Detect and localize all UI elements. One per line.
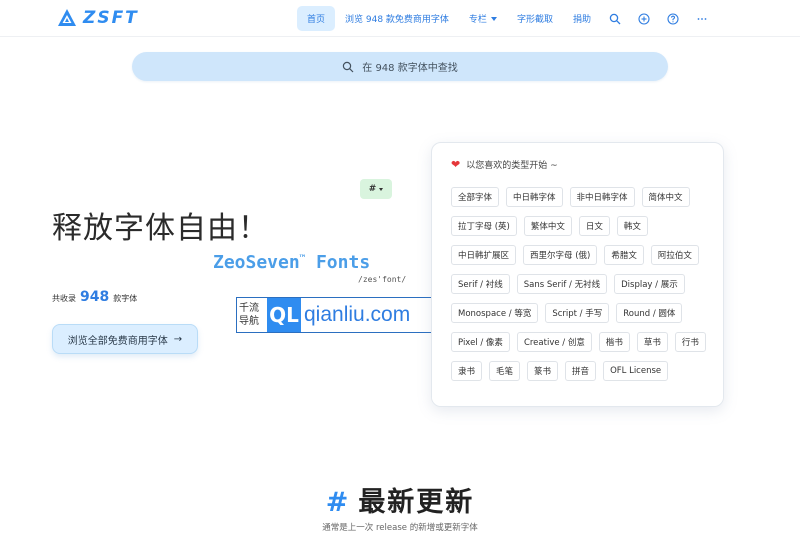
- latest-updates-heading: # 最新更新: [0, 480, 800, 519]
- logo-text: ZSFT: [83, 8, 139, 28]
- hash-dropdown-chip[interactable]: #: [360, 179, 392, 199]
- navbar: ZSFT 首页 浏览 948 款免费商用字体 专栏 字形截取 捐助: [0, 0, 800, 37]
- watermark-cn: 千流 导航: [237, 302, 267, 328]
- site-logo[interactable]: ZSFT: [57, 8, 139, 28]
- hero-title: 释放字体自由！: [52, 211, 269, 246]
- count-value: 948: [80, 289, 110, 305]
- count-prefix: 共收录: [52, 294, 76, 303]
- category-tag[interactable]: 篆书: [527, 361, 559, 381]
- category-tag[interactable]: 隶书: [451, 361, 483, 381]
- category-tag[interactable]: 中日韩扩展区: [451, 245, 517, 265]
- arrow-right-icon: →: [173, 333, 183, 345]
- nav-home-label: 首页: [307, 15, 326, 25]
- category-tag[interactable]: 全部字体: [451, 187, 500, 207]
- watermark-cn-line1: 千流: [239, 303, 259, 314]
- nav-donate[interactable]: 捐助: [563, 6, 601, 31]
- count-suffix: 款字体: [113, 294, 138, 303]
- category-tag-list: 全部字体 中日韩字体 非中日韩字体 简体中文拉丁字母 (英) 繁体中文 日文 韩文中日韩扩展…: [451, 187, 713, 381]
- category-tag[interactable]: 希腊文: [604, 245, 644, 265]
- watermark-domain: qianliu.com: [304, 303, 411, 326]
- category-tag[interactable]: Sans Serif / 无衬线: [516, 274, 608, 294]
- heart-icon: ❤: [451, 158, 461, 171]
- category-tag[interactable]: 非中日韩字体: [569, 187, 635, 207]
- category-tag[interactable]: Script / 手写: [545, 303, 610, 323]
- category-heading-text: 以您喜欢的类型开始 ~: [466, 161, 558, 171]
- category-tag[interactable]: Pixel / 像素: [451, 332, 510, 352]
- nav-columns-dropdown[interactable]: 专栏: [459, 6, 507, 31]
- brand-pronunciation: /zes'font/: [358, 275, 407, 284]
- category-tag[interactable]: 毛笔: [489, 361, 521, 381]
- category-tag[interactable]: 韩文: [616, 216, 648, 236]
- category-tag[interactable]: 西里尔字母 (俄): [523, 245, 598, 265]
- category-tag[interactable]: 阿拉伯文: [650, 245, 699, 265]
- browse-button-label: 浏览全部免费商用字体: [67, 335, 168, 347]
- nav-browse-label: 浏览 948 款免费商用字体: [345, 15, 449, 25]
- category-tag[interactable]: Monospace / 等宽: [451, 303, 539, 323]
- trademark-mark: ™: [299, 254, 306, 264]
- chevron-down-icon: [490, 16, 497, 21]
- scroll-fade: [432, 380, 723, 406]
- category-tag[interactable]: 中日韩字体: [506, 187, 563, 207]
- nav-donate-label: 捐助: [572, 15, 591, 25]
- hash-icon: #: [325, 487, 351, 518]
- category-tag[interactable]: 拉丁字母 (英): [451, 216, 517, 236]
- watermark: 千流 导航 QL qianliu.com: [236, 297, 442, 333]
- nav-glyph-label: 字形截取: [516, 15, 553, 25]
- category-tag[interactable]: 日文: [578, 216, 610, 236]
- category-tag[interactable]: 简体中文: [641, 187, 690, 207]
- category-tag[interactable]: 行书: [674, 332, 706, 352]
- font-count: 共收录 948 款字体: [52, 289, 137, 305]
- category-tag[interactable]: Creative / 创意: [516, 332, 592, 352]
- category-tag[interactable]: Serif / 衬线: [451, 274, 510, 294]
- brand-fonts: Fonts: [315, 252, 371, 273]
- search-placeholder: 在 948 款字体中查找: [362, 63, 458, 74]
- category-tag[interactable]: 楷书: [598, 332, 630, 352]
- category-card: ❤ 以您喜欢的类型开始 ~ 全部字体 中日韩字体 非中日韩字体 简体中文拉丁字母 (英…: [431, 142, 724, 407]
- font-search-bar[interactable]: 在 948 款字体中查找: [132, 52, 668, 81]
- brand-wordmark: ZeoSeven™ Fonts: [213, 252, 370, 273]
- main-nav: 首页 浏览 948 款免费商用字体 专栏 字形截取 捐助: [297, 6, 717, 31]
- nav-columns-label: 专栏: [468, 15, 487, 25]
- browse-all-fonts-button[interactable]: 浏览全部免费商用字体 →: [52, 324, 198, 354]
- category-tag[interactable]: OFL License: [603, 361, 669, 381]
- category-tag[interactable]: 拼音: [565, 361, 597, 381]
- nav-home[interactable]: 首页: [297, 6, 336, 31]
- hash-chip-label: #: [368, 184, 377, 194]
- category-tag[interactable]: 繁体中文: [523, 216, 572, 236]
- category-heading: ❤ 以您喜欢的类型开始 ~: [451, 158, 558, 171]
- nav-browse-fonts[interactable]: 浏览 948 款免费商用字体: [335, 6, 459, 31]
- category-tag[interactable]: Display / 展示: [614, 274, 685, 294]
- watermark-badge: QL: [267, 298, 301, 332]
- search-icon[interactable]: [601, 6, 630, 31]
- latest-subtitle: 通常是上一次 release 的新增或更新字体: [322, 523, 478, 533]
- category-tag[interactable]: 草书: [636, 332, 668, 352]
- help-circle-icon[interactable]: [659, 6, 688, 31]
- brand-name: ZeoSeven: [213, 252, 300, 273]
- category-tag[interactable]: Round / 圆体: [616, 303, 683, 323]
- latest-title: 最新更新: [358, 487, 475, 518]
- search-icon: [343, 61, 354, 72]
- nav-glyph-capture[interactable]: 字形截取: [507, 6, 563, 31]
- logo-icon: [58, 9, 76, 26]
- more-icon[interactable]: [688, 6, 717, 31]
- plus-circle-icon[interactable]: [630, 6, 659, 31]
- watermark-cn-line2: 导航: [239, 316, 259, 327]
- chevron-down-icon: [379, 187, 384, 191]
